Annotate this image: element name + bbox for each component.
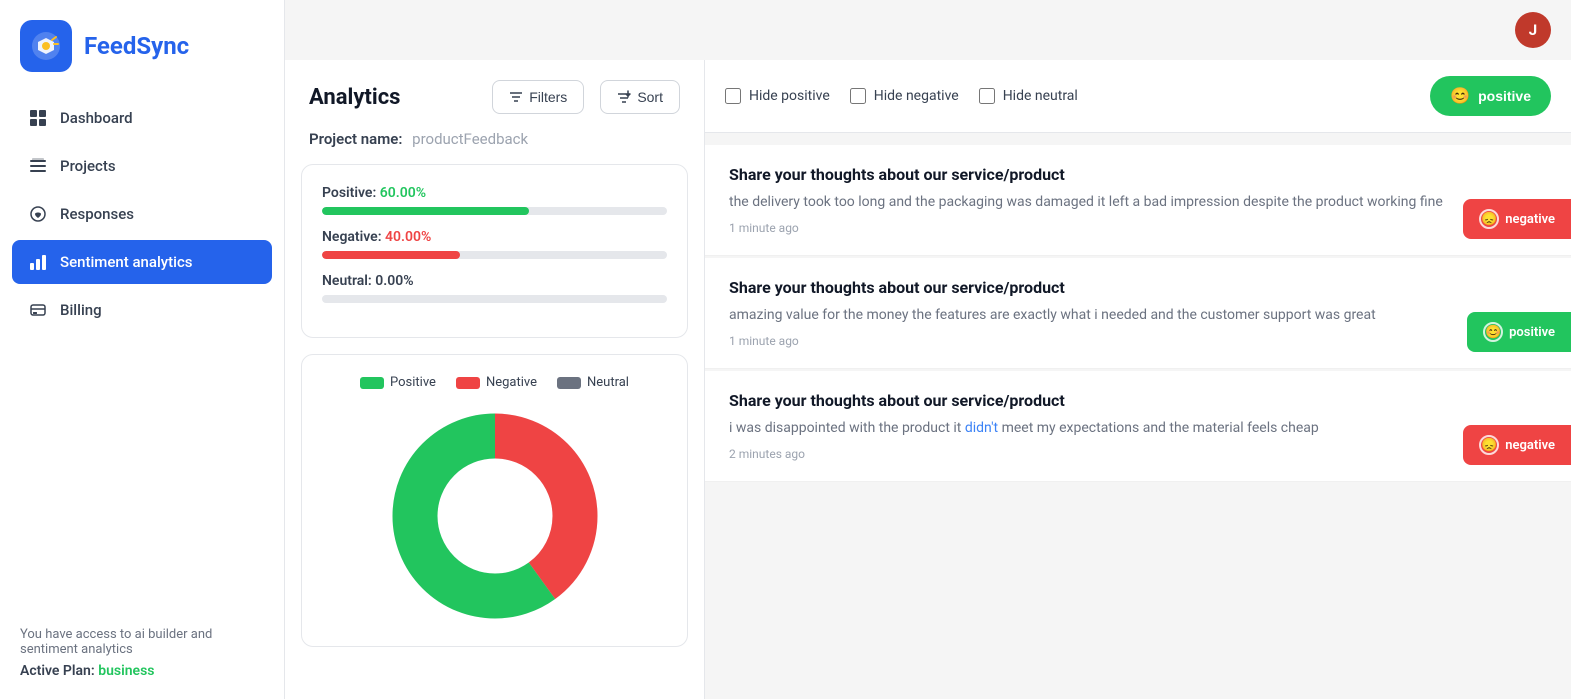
responses-list: Share your thoughts about our service/pr…	[705, 133, 1571, 699]
negative-value: 40.00%	[385, 229, 431, 245]
filter-bar: Hide positive Hide negative Hide neutral…	[705, 60, 1571, 133]
app-name: FeedSync	[84, 32, 189, 60]
negative-smiley-1: 😞	[1479, 209, 1499, 229]
hide-positive-checkbox[interactable]: Hide positive	[725, 88, 830, 104]
top-bar: J	[285, 0, 1571, 60]
sentiment-badge-1: 😞 negative	[1463, 199, 1571, 239]
user-avatar[interactable]: J	[1515, 12, 1551, 48]
main-content: J Analytics Filters Sort	[285, 0, 1571, 699]
positive-smiley-2: 😊	[1483, 322, 1503, 342]
positive-value: 60.00%	[380, 185, 426, 201]
logo-area: FeedSync	[0, 0, 284, 96]
active-plan: Active Plan: business	[20, 663, 264, 679]
response-time-3: 2 minutes ago	[729, 447, 1547, 461]
sidebar-item-responses[interactable]: Responses	[12, 192, 272, 236]
legend-dot-positive	[360, 377, 384, 389]
negative-progress-bg	[322, 251, 667, 259]
sidebar: FeedSync Dashboard	[0, 0, 285, 699]
response-time-1: 1 minute ago	[729, 221, 1547, 235]
neutral-stat: Neutral: 0.00%	[322, 273, 667, 303]
neutral-progress-bg	[322, 295, 667, 303]
sidebar-item-billing[interactable]: Billing	[12, 288, 272, 332]
hide-negative-input[interactable]	[850, 88, 866, 104]
response-text-3: i was disappointed with the product it d…	[729, 418, 1547, 439]
positive-progress-bg	[322, 207, 667, 215]
negative-stat: Negative: 40.00%	[322, 229, 667, 259]
positive-filter-button[interactable]: 😊 positive	[1430, 76, 1551, 116]
response-text-2: amazing value for the money the features…	[729, 305, 1547, 326]
hide-neutral-checkbox[interactable]: Hide neutral	[979, 88, 1078, 104]
legend-negative: Negative	[456, 375, 537, 390]
projects-label: Projects	[60, 157, 116, 175]
sidebar-footer: You have access to ai builder and sentim…	[0, 607, 284, 699]
chart-legend: Positive Negative Neutral	[360, 375, 629, 390]
footer-text: You have access to ai builder and sentim…	[20, 627, 212, 657]
analytics-header: Analytics Filters Sort	[285, 60, 704, 130]
neutral-value: 0.00%	[375, 273, 413, 289]
highlight-didnt: didn't	[965, 420, 998, 436]
billing-icon	[28, 300, 48, 320]
sort-button[interactable]: Sort	[600, 80, 680, 114]
sentiment-icon	[28, 252, 48, 272]
right-panel: Hide positive Hide negative Hide neutral…	[705, 60, 1571, 699]
project-label: Project name:	[309, 130, 402, 148]
smiley-positive: 😊	[1450, 86, 1470, 106]
negative-smiley-3: 😞	[1479, 435, 1499, 455]
project-name-row: Project name: productFeedback	[285, 130, 704, 164]
response-text-1: the delivery took too long and the packa…	[729, 192, 1547, 213]
hide-neutral-input[interactable]	[979, 88, 995, 104]
sentiment-label: Sentiment analytics	[60, 253, 193, 271]
billing-label: Billing	[60, 301, 102, 319]
legend-positive: Positive	[360, 375, 436, 390]
responses-label: Responses	[60, 205, 134, 223]
dashboard-label: Dashboard	[60, 109, 133, 127]
negative-progress-fill	[322, 251, 460, 259]
stats-card: Positive: 60.00% Negative: 40.00%	[301, 164, 688, 338]
sidebar-item-projects[interactable]: Projects	[12, 144, 272, 188]
response-title-2: Share your thoughts about our service/pr…	[729, 278, 1547, 297]
sidebar-item-sentiment[interactable]: Sentiment analytics	[12, 240, 272, 284]
response-card-1: Share your thoughts about our service/pr…	[705, 145, 1571, 256]
projects-icon	[28, 156, 48, 176]
response-card-3: Share your thoughts about our service/pr…	[705, 371, 1571, 482]
positive-progress-fill	[322, 207, 529, 215]
positive-stat: Positive: 60.00%	[322, 185, 667, 215]
response-title-3: Share your thoughts about our service/pr…	[729, 391, 1547, 410]
dashboard-icon	[28, 108, 48, 128]
response-time-2: 1 minute ago	[729, 334, 1547, 348]
response-card-2: Share your thoughts about our service/pr…	[705, 258, 1571, 369]
page-title: Analytics	[309, 85, 476, 110]
responses-icon	[28, 204, 48, 224]
legend-dot-neutral	[557, 377, 581, 389]
project-value: productFeedback	[412, 130, 528, 148]
plan-name: business	[98, 663, 154, 679]
legend-neutral: Neutral	[557, 375, 629, 390]
logo-icon	[20, 20, 72, 72]
sidebar-nav: Dashboard Projects Responses	[0, 96, 284, 332]
analytics-area: Analytics Filters Sort Project name:	[285, 60, 1571, 699]
hide-negative-checkbox[interactable]: Hide negative	[850, 88, 959, 104]
chart-card: Positive Negative Neutral	[301, 354, 688, 647]
sentiment-badge-3: 😞 negative	[1463, 425, 1571, 465]
legend-dot-negative	[456, 377, 480, 389]
sidebar-item-dashboard[interactable]: Dashboard	[12, 96, 272, 140]
sentiment-badge-2: 😊 positive	[1467, 312, 1571, 352]
left-panel: Analytics Filters Sort Project name:	[285, 60, 705, 699]
filters-button[interactable]: Filters	[492, 80, 584, 114]
donut-chart	[385, 406, 605, 626]
hide-positive-input[interactable]	[725, 88, 741, 104]
response-title-1: Share your thoughts about our service/pr…	[729, 165, 1547, 184]
